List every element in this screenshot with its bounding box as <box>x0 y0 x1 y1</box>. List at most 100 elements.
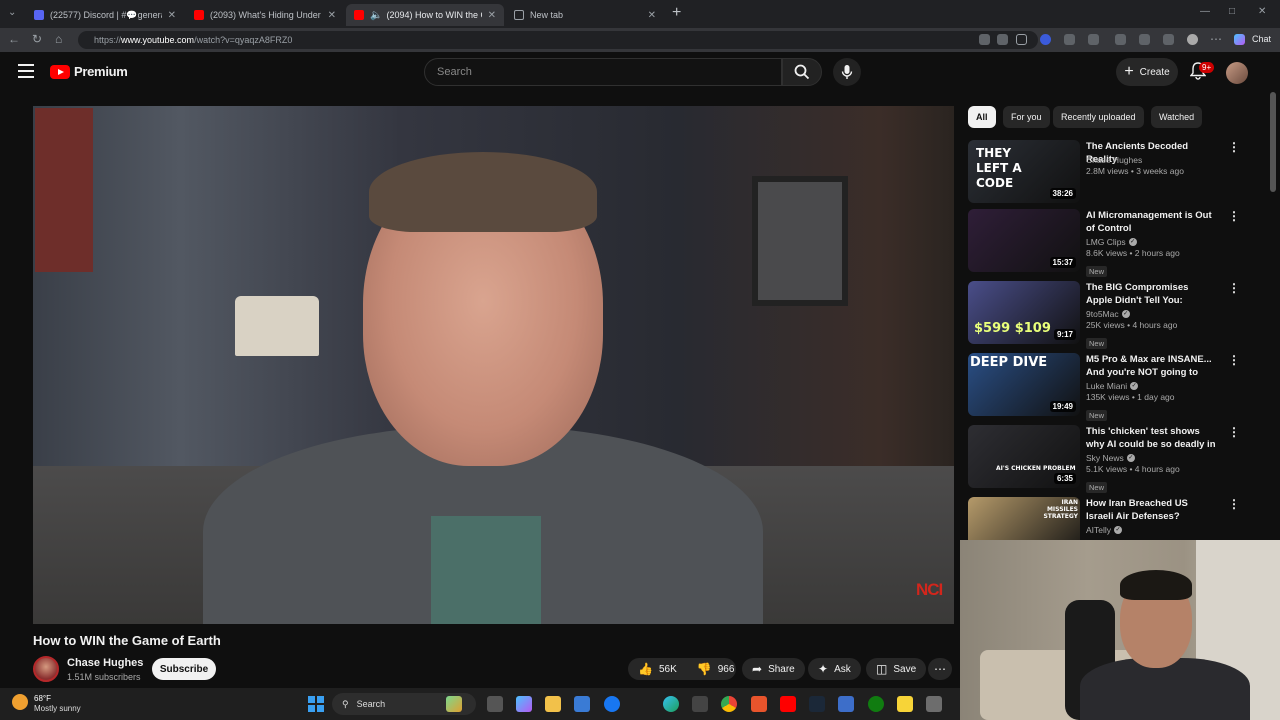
copilot-icon[interactable] <box>1234 34 1245 45</box>
browser-tab[interactable]: New tab ✕ <box>506 4 664 26</box>
recommendation-title[interactable]: AI Micromanagement is Out of Control <box>1086 209 1216 235</box>
more-options-icon[interactable]: ⋮ <box>1228 141 1240 153</box>
thumbs-down-icon[interactable]: 👎 <box>697 662 712 676</box>
sticky-notes-icon[interactable] <box>897 696 913 712</box>
recommendation-item[interactable]: AI'S CHICKEN PROBLEM 6:35 This 'chicken' t… <box>968 425 1258 493</box>
recommendation-channel[interactable]: LMG Clips ✓ <box>1086 236 1180 248</box>
recommendation-title[interactable]: How Iran Breached US Israeli Air Defense… <box>1086 497 1216 523</box>
video-thumbnail[interactable]: $599 $109 9:17 <box>968 281 1080 344</box>
chip-for-you[interactable]: For you <box>1003 106 1050 128</box>
home-icon[interactable]: ⌂ <box>55 32 62 46</box>
extensions-puzzle-icon[interactable] <box>1088 34 1099 45</box>
close-window-icon[interactable]: ✕ <box>1258 6 1266 17</box>
app-icon[interactable] <box>751 696 767 712</box>
edge-icon[interactable] <box>663 696 679 712</box>
close-tab-icon[interactable]: ✕ <box>168 10 176 21</box>
chat-label[interactable]: Chat <box>1252 34 1271 44</box>
create-button[interactable]: + Create <box>1116 58 1178 86</box>
subscribe-button[interactable]: Subscribe <box>152 658 216 680</box>
search-input[interactable]: Search <box>424 58 782 86</box>
like-count[interactable]: 56K <box>659 664 677 675</box>
browser-menu-icon[interactable]: ⋯ <box>1210 32 1222 46</box>
task-view-icon[interactable] <box>487 696 503 712</box>
more-options-icon[interactable]: ⋮ <box>1228 426 1240 438</box>
account-avatar[interactable] <box>1226 62 1248 84</box>
app-icon[interactable] <box>926 696 942 712</box>
recommendation-title[interactable]: M5 Pro & Max are INSANE... And you're NO… <box>1086 353 1216 379</box>
new-tab-button[interactable]: + <box>672 4 681 22</box>
tab-search-icon[interactable]: ⌄ <box>8 7 16 18</box>
steam-icon[interactable] <box>809 696 825 712</box>
weather-sun-icon[interactable] <box>12 694 28 710</box>
youtube-premium-logo[interactable]: Premium <box>50 64 128 79</box>
close-tab-icon[interactable]: ✕ <box>648 10 656 21</box>
video-thumbnail[interactable]: DEEP DIVE 19:49 <box>968 353 1080 416</box>
back-icon[interactable]: ← <box>8 32 20 46</box>
close-tab-icon[interactable]: ✕ <box>328 10 336 21</box>
widgets-icon[interactable] <box>446 696 462 712</box>
search-button[interactable] <box>782 58 822 86</box>
reload-icon[interactable]: ↻ <box>32 32 42 46</box>
video-thumbnail[interactable]: 15:37 <box>968 209 1080 272</box>
chip-watched[interactable]: Watched <box>1151 106 1203 128</box>
weather-description[interactable]: Mostly sunny <box>34 704 81 713</box>
recommendation-item[interactable]: 15:37 AI Micromanagement is Out of Contro… <box>968 209 1258 277</box>
video-thumbnail[interactable]: THEY LEFT A CODE 38:26 <box>968 140 1080 203</box>
file-explorer-icon[interactable] <box>545 696 561 712</box>
store-icon[interactable] <box>574 696 590 712</box>
maximize-icon[interactable]: □ <box>1229 6 1235 17</box>
dislike-count[interactable]: 966 <box>718 664 735 675</box>
more-options-icon[interactable]: ⋮ <box>1228 354 1240 366</box>
extension-icon[interactable] <box>1064 34 1075 45</box>
facebook-icon[interactable] <box>604 696 620 712</box>
video-thumbnail[interactable]: AI'S CHICKEN PROBLEM 6:35 <box>968 425 1080 488</box>
browser-tab[interactable]: (22577) Discord | #💬general | Pu ✕ <box>26 4 184 26</box>
recommendation-item[interactable]: $599 $109 9:17 The BIG Compromises Apple D… <box>968 281 1258 349</box>
copilot-icon[interactable] <box>516 696 532 712</box>
ask-button[interactable]: ✦ Ask <box>808 658 861 680</box>
close-tab-icon[interactable]: ✕ <box>488 10 496 21</box>
channel-name[interactable]: Chase Hughes <box>67 657 143 669</box>
shield-icon[interactable] <box>1163 34 1174 45</box>
recommendation-item[interactable]: THEY LEFT A CODE 38:26 The Ancients Decode… <box>968 140 1258 204</box>
youtube-icon[interactable] <box>780 696 796 712</box>
browser-tab[interactable]: (2093) What's Hiding Under Los A ✕ <box>186 4 344 26</box>
browser-tab-active[interactable]: 🔈 (2094) How to WIN the Game ✕ <box>346 4 504 26</box>
weather-temperature[interactable]: 68°F <box>34 694 51 703</box>
xbox-icon[interactable] <box>868 696 884 712</box>
recommendation-title[interactable]: This 'chicken' test shows why AI could b… <box>1086 425 1216 451</box>
channel-avatar[interactable] <box>33 656 59 682</box>
recommendation-channel[interactable]: Sky News ✓ <box>1086 452 1180 464</box>
recommendation-channel[interactable]: AITelly ✓ <box>1086 524 1123 536</box>
hamburger-menu-icon[interactable] <box>18 64 34 78</box>
extension-icon[interactable] <box>1115 34 1126 45</box>
more-options-icon[interactable]: ⋮ <box>1228 498 1240 510</box>
profile-icon[interactable] <box>1187 34 1198 45</box>
app-icon[interactable] <box>838 696 854 712</box>
start-windows-icon[interactable] <box>308 696 324 712</box>
address-bar[interactable]: https://www.youtube.com/watch?v=qyaqzA8F… <box>78 31 1038 49</box>
recommendation-title[interactable]: The BIG Compromises Apple Didn't Tell Yo… <box>1086 281 1216 307</box>
chrome-icon[interactable] <box>721 696 737 712</box>
recommendation-channel[interactable]: Luke Miani ✓ <box>1086 380 1175 392</box>
bookmark-star-icon[interactable] <box>1016 34 1027 45</box>
chip-all[interactable]: All <box>968 106 996 128</box>
extension-icon[interactable] <box>1040 34 1051 45</box>
more-actions-icon[interactable]: ⋯ <box>928 658 952 680</box>
speaker-icon[interactable]: 🔈 <box>370 10 382 21</box>
recommendation-item[interactable]: DEEP DIVE 19:49 M5 Pro & Max are INSANE...… <box>968 353 1258 421</box>
recommendation-channel[interactable]: Chase Hughes <box>1086 154 1184 166</box>
thumbs-up-icon[interactable]: 👍 <box>638 662 653 676</box>
favorites-icon[interactable] <box>1139 34 1150 45</box>
share-button[interactable]: ➦ Share <box>742 658 805 680</box>
chip-recently-uploaded[interactable]: Recently uploaded <box>1053 106 1144 128</box>
calculator-icon[interactable] <box>692 696 708 712</box>
page-scrollbar[interactable] <box>1270 92 1276 192</box>
video-player[interactable]: NCI <box>33 106 954 624</box>
save-button[interactable]: ◫ Save <box>866 658 927 680</box>
more-options-icon[interactable]: ⋮ <box>1228 210 1240 222</box>
recommendation-channel[interactable]: 9to5Mac ✓ <box>1086 308 1177 320</box>
more-options-icon[interactable]: ⋮ <box>1228 282 1240 294</box>
reader-icon[interactable] <box>997 34 1008 45</box>
minimize-icon[interactable]: — <box>1200 6 1210 17</box>
